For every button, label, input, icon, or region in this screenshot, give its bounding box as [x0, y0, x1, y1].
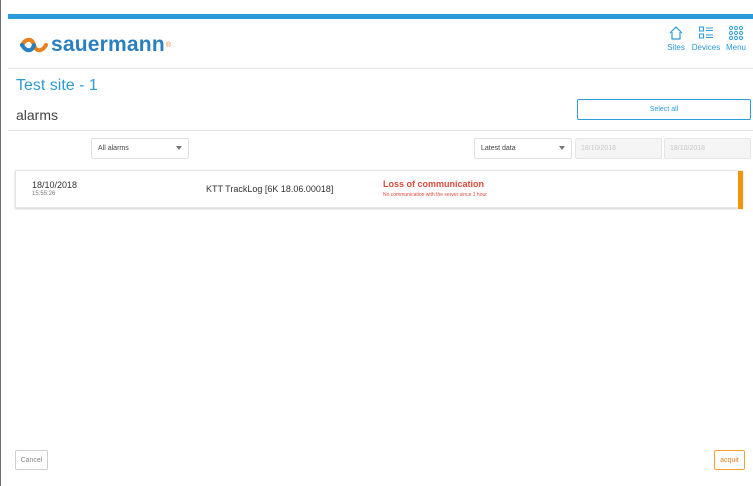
alarm-description: No communication with the server since 1… [383, 192, 487, 198]
alarm-type: Loss of communication [383, 179, 485, 189]
acquit-button[interactable]: acquit [714, 450, 745, 470]
alarm-row[interactable]: 18/10/2018 15:55:26 KTT TrackLog [6K 18.… [15, 170, 743, 209]
alarm-device: KTT TrackLog [6K 18.06.00018] [206, 184, 334, 194]
cancel-button[interactable]: Cancel [15, 450, 48, 470]
alarm-status-stripe [738, 171, 743, 209]
caret-down-icon [559, 146, 565, 150]
nav-devices[interactable]: Devices [691, 25, 721, 52]
alarm-type-select-value: All alarms [98, 145, 129, 152]
data-range-select-value: Latest data [481, 145, 516, 152]
logo-registered-mark: ® [165, 41, 172, 49]
nav-menu[interactable]: Menu [723, 25, 749, 52]
header: sauermann ® Sites Devices Menu [8, 19, 753, 69]
select-all-button[interactable]: Select all [577, 99, 751, 120]
app-window: sauermann ® Sites Devices Menu Test site… [0, 0, 753, 486]
logo-mark-icon [20, 37, 48, 53]
nav-devices-label: Devices [691, 43, 721, 52]
site-title: Test site - 1 [16, 77, 98, 94]
nav-sites-label: Sites [667, 43, 685, 52]
data-range-select[interactable]: Latest data [474, 138, 572, 159]
device-list-icon [699, 26, 713, 39]
top-nav: Sites Devices Menu [663, 25, 749, 52]
divider [8, 130, 753, 131]
logo-text: sauermann [51, 33, 165, 56]
alarm-time: 15:55:26 [32, 191, 56, 197]
nav-menu-label: Menu [725, 43, 746, 52]
window-edge [0, 0, 1, 486]
home-icon [669, 26, 683, 40]
date-from-input[interactable] [575, 138, 662, 159]
alarm-type-select[interactable]: All alarms [91, 138, 189, 159]
sauermann-logo[interactable]: sauermann ® [20, 33, 171, 57]
alarm-date: 18/10/2018 [32, 180, 78, 190]
date-to-input[interactable] [664, 138, 751, 159]
grid-menu-icon [729, 26, 743, 40]
nav-sites[interactable]: Sites [663, 25, 689, 52]
caret-down-icon [176, 146, 182, 150]
page-title: alarms [16, 107, 59, 123]
